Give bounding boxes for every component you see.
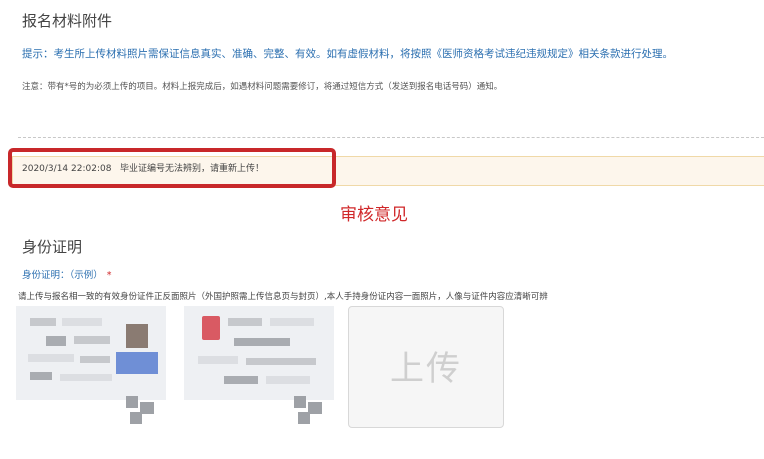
blurred-block (30, 372, 52, 380)
emblem-mark (202, 316, 220, 340)
blurred-block (80, 356, 110, 363)
identity-description: 请上传与报名相一致的有效身份证件正反面照片（外国护照需上传信息页与封页）,本人手… (18, 292, 548, 302)
blurred-block (198, 356, 238, 364)
blurred-block (28, 354, 74, 362)
blurred-block (228, 318, 262, 326)
review-annotation: 审核意见 (340, 205, 408, 225)
review-timestamp: 2020/3/14 22:02:08 (22, 164, 112, 174)
attachments-note: 注意：带有*号的为必须上传的项目。材料上报完成后，如遇材料问题需要修订，将通过短… (22, 82, 503, 92)
review-opinion-text: 2020/3/14 22:02:08 毕业证编号无法辨别，请重新上传！ (22, 161, 264, 174)
blurred-block (224, 376, 258, 384)
upload-button[interactable]: 上传 (348, 306, 504, 428)
portrait-body (116, 352, 158, 374)
blurred-block (46, 336, 66, 346)
review-message: 毕业证编号无法辨别，请重新上传！ (120, 164, 265, 174)
zoom-icon[interactable] (294, 396, 328, 426)
section-divider (18, 137, 764, 138)
blurred-block (62, 318, 102, 326)
blurred-block (270, 318, 314, 326)
identity-label-row: 身份证明：（示例） * (22, 267, 112, 281)
blurred-block (74, 336, 110, 344)
identity-title: 身份证明 (22, 238, 83, 256)
identity-label: 身份证明： (22, 270, 70, 281)
upload-label: 上传 (390, 349, 462, 389)
id-photo-thumbnail-1[interactable] (16, 306, 166, 400)
example-link[interactable]: （示例） (70, 270, 103, 281)
blurred-block (30, 318, 56, 326)
zoom-icon[interactable] (126, 396, 160, 426)
blurred-block (266, 376, 310, 384)
required-mark: * (106, 270, 112, 281)
id-photo-thumbnail-2[interactable] (184, 306, 334, 400)
blurred-block (246, 358, 316, 365)
blurred-block (234, 338, 290, 346)
attachments-title: 报名材料附件 (22, 12, 113, 30)
blurred-block (60, 374, 112, 381)
attachments-tip: 提示：考生所上传材料照片需保证信息真实、准确、完整、有效。如有虚假材料，将按照《… (22, 48, 673, 60)
portrait-head (126, 324, 148, 348)
